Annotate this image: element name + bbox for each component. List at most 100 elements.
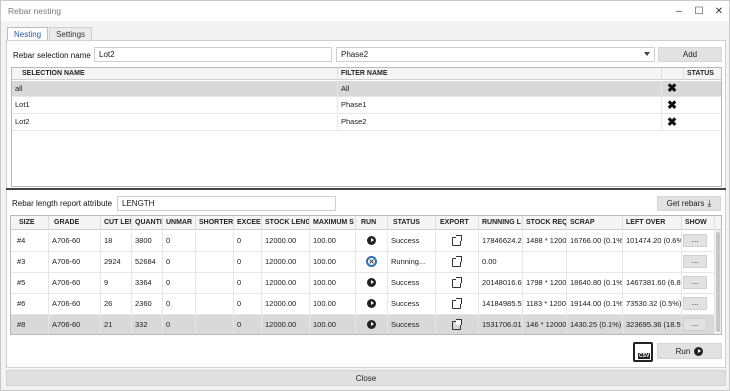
selection-name-cell: all (12, 81, 338, 97)
maximize-button[interactable]: ☐ (689, 1, 709, 21)
table-row[interactable]: Lot2 Phase2 ✖ (12, 114, 721, 131)
get-rebars-button[interactable]: Get rebars ⤓ (657, 196, 721, 211)
remove-selection-icon[interactable]: ✖ (667, 98, 677, 112)
table-row[interactable]: #8 A706-60 21 332 0 0 12000.00 100.00 Su… (11, 315, 721, 334)
selection-table-header: SELECTION NAME FILTER NAME STATUS (12, 68, 721, 80)
selection-name-cell: Lot1 (12, 97, 338, 114)
column-header[interactable]: LEFT OVER (623, 216, 682, 230)
column-header[interactable] (662, 68, 684, 80)
results-table: SIZE GRADE CUT LEN QUANTI UNMAR SHORTER … (10, 215, 722, 335)
table-row[interactable]: Lot1 Phase1 ✖ (12, 97, 721, 114)
shorter-cell (196, 252, 234, 273)
column-header[interactable]: EXCEED (234, 216, 262, 230)
left-over-cell: 101474.20 (0.6%) (623, 231, 682, 252)
export-cell (436, 252, 479, 273)
column-header[interactable]: STATUS (388, 216, 436, 230)
cancel-run-icon[interactable]: ✕ (366, 256, 377, 267)
column-header[interactable]: RUN (356, 216, 388, 230)
tab-nesting[interactable]: Nesting (7, 27, 49, 41)
column-header[interactable]: EXPORT (436, 216, 479, 230)
chevron-down-icon (644, 52, 650, 56)
show-details-button[interactable]: ... (683, 255, 707, 268)
show-details-button[interactable]: ... (683, 297, 707, 310)
show-details-button[interactable]: ... (683, 234, 707, 247)
export-cell (436, 231, 479, 252)
export-icon[interactable] (452, 256, 462, 267)
column-header[interactable]: STOCK LENG (262, 216, 310, 230)
remove-selection-icon[interactable]: ✖ (667, 115, 677, 129)
export-icon[interactable] (452, 298, 462, 309)
play-icon[interactable] (367, 320, 376, 329)
exceed-cell: 0 (234, 231, 262, 252)
show-details-button[interactable]: ... (683, 276, 707, 289)
export-icon[interactable] (452, 277, 462, 288)
shorter-cell (196, 294, 234, 315)
stock-required-cell: 146 * 12000 (523, 315, 567, 334)
get-rebars-label: Get rebars (666, 199, 705, 208)
stock-length-cell: 12000.00 (262, 252, 310, 273)
unmarked-cell: 0 (163, 273, 196, 294)
window-title: Rebar nesting (8, 6, 61, 16)
column-header[interactable]: SHOW (682, 216, 715, 230)
column-header[interactable]: RUNNING L (479, 216, 523, 230)
column-header[interactable]: SCRAP (567, 216, 623, 230)
selection-name-input[interactable]: Lot2 (94, 47, 332, 62)
results-table-header: SIZE GRADE CUT LEN QUANTI UNMAR SHORTER … (11, 216, 721, 230)
left-over-cell: 1467381.60 (6.8% (623, 273, 682, 294)
column-header[interactable]: STOCK REQ (523, 216, 567, 230)
scrollbar-thumb[interactable] (716, 232, 720, 332)
scrap-cell (567, 252, 623, 273)
play-icon[interactable] (367, 236, 376, 245)
add-button[interactable]: Add (658, 47, 722, 62)
close-window-button[interactable]: ✕ (709, 1, 729, 21)
close-label: Close (355, 373, 377, 383)
size-cell: #8 (11, 315, 49, 334)
cut-length-cell: 18 (101, 231, 132, 252)
column-header[interactable]: FILTER NAME (338, 68, 662, 80)
size-cell: #5 (11, 273, 49, 294)
quantity-cell: 332 (132, 315, 163, 334)
table-row[interactable]: #5 A706-60 9 3364 0 0 12000.00 100.00 Su… (11, 273, 721, 294)
unmarked-cell: 0 (163, 231, 196, 252)
remove-selection-icon[interactable]: ✖ (667, 81, 677, 95)
maximum-scrap-cell: 100.00 (310, 315, 356, 334)
column-header[interactable]: CUT LEN (101, 216, 132, 230)
play-icon[interactable] (367, 278, 376, 287)
column-header[interactable]: SHORTER F (196, 216, 234, 230)
table-row[interactable]: #4 A706-60 18 3800 0 0 12000.00 100.00 S… (11, 231, 721, 252)
size-cell: #3 (11, 252, 49, 273)
minimize-button[interactable]: – (669, 1, 689, 21)
show-cell: ... (682, 252, 715, 273)
stock-required-cell: 1183 * 1200( (523, 294, 567, 315)
column-header[interactable]: SIZE (11, 216, 49, 230)
column-header[interactable]: UNMAR (163, 216, 196, 230)
grade-cell: A706-60 (49, 294, 101, 315)
minimize-icon: – (676, 5, 682, 17)
play-icon[interactable] (367, 299, 376, 308)
column-header[interactable]: GRADE (49, 216, 101, 230)
column-header[interactable]: SELECTION NAME (12, 68, 338, 80)
quantity-cell: 3800 (132, 231, 163, 252)
column-header[interactable]: MAXIMUM S (310, 216, 356, 230)
quantity-cell: 2360 (132, 294, 163, 315)
table-row[interactable]: all All ✖ (12, 81, 721, 97)
tab-settings[interactable]: Settings (49, 27, 93, 41)
filter-select[interactable]: Phase2 (336, 47, 655, 62)
stock-length-cell: 12000.00 (262, 231, 310, 252)
run-button[interactable]: Run (657, 343, 722, 359)
show-details-button[interactable]: ... (683, 318, 707, 331)
table-row[interactable]: #6 A706-60 26 2360 0 0 12000.00 100.00 S… (11, 294, 721, 315)
csv-icon: CSV (638, 353, 651, 359)
maximize-icon: ☐ (694, 5, 704, 17)
results-scrollbar[interactable] (715, 230, 721, 334)
grade-cell: A706-60 (49, 315, 101, 334)
export-icon[interactable] (452, 235, 462, 246)
table-row[interactable]: #3 A706-60 2924 52684 0 0 12000.00 100.0… (11, 252, 721, 273)
export-csv-button[interactable]: CSV (633, 342, 653, 362)
close-button[interactable]: Close (6, 370, 726, 386)
report-attribute-input[interactable]: LENGTH (117, 196, 336, 211)
column-header[interactable]: QUANTI (132, 216, 163, 230)
column-header[interactable]: STATUS (684, 68, 721, 80)
close-icon: ✕ (714, 5, 724, 17)
export-icon[interactable] (452, 319, 462, 330)
